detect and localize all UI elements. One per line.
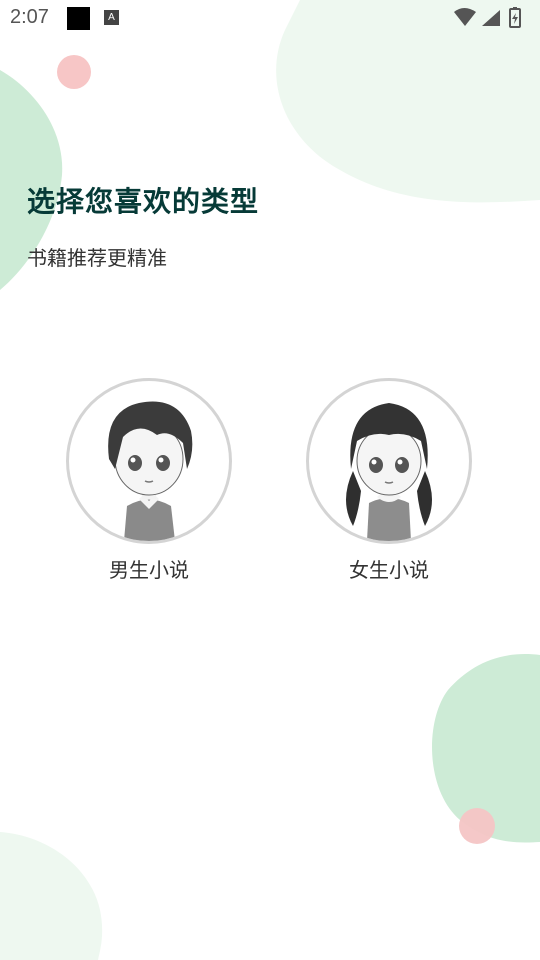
status-icons <box>454 7 521 28</box>
bottom-left-blob <box>0 832 103 960</box>
male-novel-option[interactable]: 男生小说 <box>66 378 232 583</box>
female-novel-label: 女生小说 <box>349 558 429 582</box>
notification-icon <box>67 7 90 30</box>
male-novel-label: 男生小说 <box>109 558 189 582</box>
page-subtitle: 书籍推荐更精准 <box>27 246 167 270</box>
status-bar: 2:07 A <box>0 0 540 36</box>
pink-dot-bottom <box>459 808 495 844</box>
boy-avatar-icon <box>108 401 193 541</box>
boy-avatar[interactable] <box>66 378 232 544</box>
notification-a-icon: A <box>104 10 119 25</box>
wifi-icon <box>454 8 476 26</box>
female-novel-option[interactable]: 女生小说 <box>306 378 472 583</box>
girl-avatar[interactable] <box>306 378 472 544</box>
pink-dot-top <box>57 55 91 89</box>
page-title: 选择您喜欢的类型 <box>27 185 260 218</box>
girl-avatar-icon <box>346 403 432 541</box>
signal-icon <box>482 10 500 26</box>
status-time: 2:07 <box>10 6 49 28</box>
